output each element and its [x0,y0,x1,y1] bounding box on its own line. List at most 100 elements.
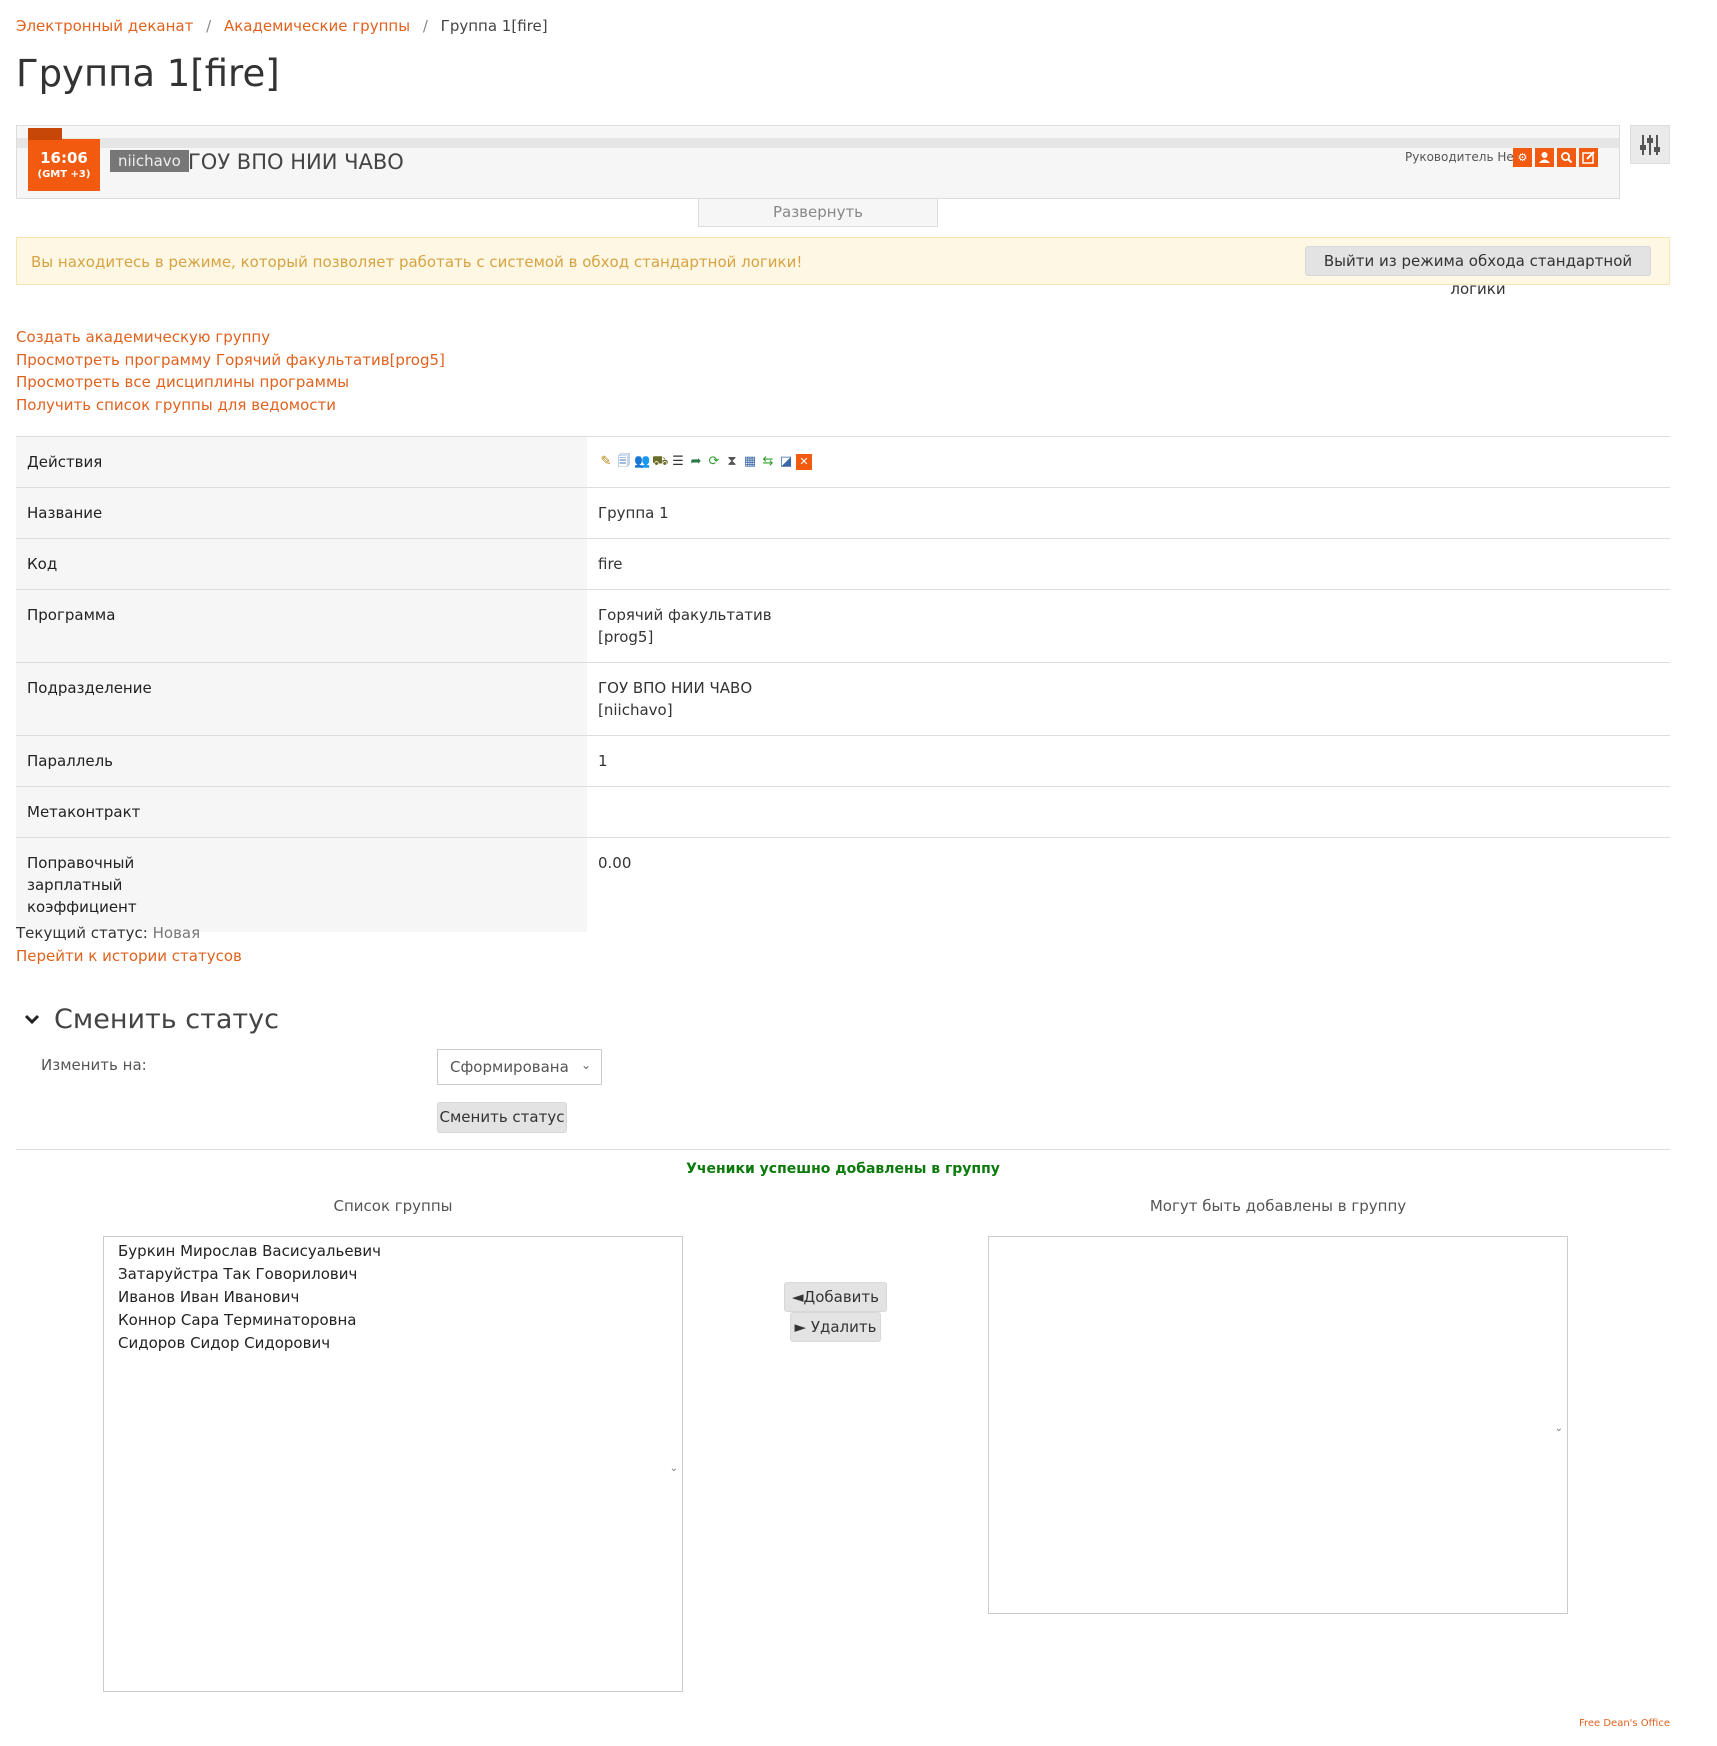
list-icon[interactable]: ☰ [670,454,686,470]
change-status-header[interactable]: Сменить статус [24,1004,279,1035]
chevron-down-icon: ⌄ [669,1463,678,1474]
row-value: 1 [587,735,1670,787]
table-row: Код fire [16,538,1670,590]
gear-icon[interactable]: ⚙ [1513,148,1532,167]
breadcrumb-current: Группа 1[fire] [440,17,548,35]
success-message: Ученики успешно добавлены в группу [686,1161,1000,1177]
edit-icon[interactable]: ✎ [598,454,614,470]
edit-icon[interactable] [1579,148,1598,167]
head-label: Руководитель Нет [1405,150,1521,164]
breadcrumb-separator: / [206,17,212,35]
status-value: Новая [152,924,201,942]
list-item[interactable]: Коннор Сара Терминаторовна [118,1309,668,1332]
breadcrumb-link-dean[interactable]: Электронный деканат [16,17,193,35]
breadcrumb-link-groups[interactable]: Академические группы [224,17,410,35]
table-row: Параллель 1 [16,735,1670,787]
department-header: 16:06 (GMT +3) niichavo ГОУ ВПО НИИ ЧАВО… [16,125,1620,199]
view-disciplines-link[interactable]: Просмотреть все дисциплины программы [16,371,445,394]
group-members-list[interactable]: Буркин Мирослав Васисуальевич Затаруйстр… [103,1236,683,1692]
list-item[interactable]: Затаруйстра Так Говорилович [118,1263,668,1286]
row-value: 0.00 [587,837,1670,932]
list-item[interactable]: Сидоров Сидор Сидорович [118,1332,668,1355]
program-name: Горячий факультатив [598,606,772,624]
table-row: Подразделение ГОУ ВПО НИИ ЧАВО [niichavo… [16,662,1670,736]
table-row: Поправочный зарплатный коэффициент 0.00 [16,837,1670,932]
remove-button[interactable]: ► Удалить [790,1312,881,1342]
get-group-list-link[interactable]: Получить список группы для ведомости [16,394,445,417]
footer-credit[interactable]: Free Dean's Office [1579,1718,1670,1729]
clock-timezone: (GMT +3) [37,169,91,180]
settings-button[interactable] [1630,125,1670,164]
expand-button[interactable]: Развернуть [698,199,938,227]
add-button[interactable]: ◄Добавить [784,1282,887,1312]
row-value: ГОУ ВПО НИИ ЧАВО [niichavo] [587,662,1670,736]
row-value: fire [587,538,1670,590]
candidates-title: Могут быть добавлены в группу [1149,1197,1407,1215]
row-value: Группа 1 [587,487,1670,539]
breadcrumb: Электронный деканат / Академические груп… [16,17,548,35]
row-key: Подразделение [16,662,587,736]
user-icon[interactable] [1535,148,1554,167]
report-icon[interactable]: ◪ [778,454,794,470]
group-info-table: Действия ✎ 🗐 👥 ⛟ ☰ ➦ ⟳ ⧗ ▦ ⇆ ◪ ✕ Названи… [16,436,1670,932]
row-key: Параллель [16,735,587,787]
sliders-icon [1640,134,1660,155]
list-item[interactable]: Буркин Мирослав Васисуальевич [118,1240,668,1263]
row-key: Название [16,487,587,539]
row-key-text: Поправочный зарплатный коэффициент [27,854,137,916]
change-status-button[interactable]: Сменить статус [437,1102,567,1133]
exit-bypass-button[interactable]: Выйти из режима обхода стандартной логик… [1305,246,1651,298]
history-icon[interactable]: ⧗ [724,454,740,470]
status-history-link[interactable]: Перейти к истории статусов [16,947,242,965]
group-list-title: Список группы [333,1197,453,1215]
alert-message: Вы находитесь в режиме, который позволяе… [31,253,803,271]
department-code: [niichavo] [598,701,673,719]
create-group-link[interactable]: Создать академическую группу [16,326,445,349]
candidates-list[interactable]: ⌄ [988,1236,1568,1614]
transfer-icon[interactable]: ➦ [688,454,704,470]
row-key: Метаконтракт [16,786,587,838]
row-key: Код [16,538,587,590]
table-row: Название Группа 1 [16,487,1670,539]
clock-time: 16:06 [40,149,88,167]
department-name: ГОУ ВПО НИИ ЧАВО [598,679,753,697]
chevron-down-icon [24,1009,40,1030]
action-icon-bar: ✎ 🗐 👥 ⛟ ☰ ➦ ⟳ ⧗ ▦ ⇆ ◪ ✕ [598,451,1659,473]
clock-tab [28,128,62,140]
students-icon[interactable]: 👥 [634,454,650,470]
status-select[interactable]: Сформирована ⌄ [437,1049,602,1085]
change-to-label: Изменить на: [41,1056,147,1074]
enroll-icon[interactable]: ⛟ [652,454,668,470]
view-program-link[interactable]: Просмотреть программу Горячий факультати… [16,349,445,372]
row-key: Действия [16,436,587,488]
section-title: Сменить статус [54,1004,279,1035]
action-links: Создать академическую группу Просмотреть… [16,326,445,416]
row-value: Горячий факультатив [prog5] [587,589,1670,663]
org-name[interactable]: ГОУ ВПО НИИ ЧАВО [188,150,404,174]
bypass-mode-alert: Вы находитесь в режиме, который позволяе… [16,237,1670,298]
breadcrumb-separator: / [422,17,428,35]
header-icon-bar: ⚙ [1513,148,1598,167]
delete-icon[interactable]: ✕ [796,454,812,470]
refresh-icon[interactable]: ⟳ [706,454,722,470]
status-block: Текущий статус: Новая Перейти к истории … [16,922,242,968]
program-code: [prog5] [598,628,654,646]
search-icon[interactable] [1557,148,1576,167]
sync-icon[interactable]: ⇆ [760,454,776,470]
status-label: Текущий статус: [16,924,148,942]
row-key: Поправочный зарплатный коэффициент [16,837,587,932]
clock-badge: 16:06 (GMT +3) [28,128,100,191]
divider [16,1149,1670,1150]
calendar-icon[interactable]: ▦ [742,454,758,470]
row-value: ✎ 🗐 👥 ⛟ ☰ ➦ ⟳ ⧗ ▦ ⇆ ◪ ✕ [587,436,1670,488]
view-icon[interactable]: 🗐 [616,454,632,470]
chevron-down-icon: ⌄ [580,1058,591,1072]
table-row: Программа Горячий факультатив [prog5] [16,589,1670,663]
current-status: Текущий статус: Новая [16,922,242,945]
chevron-down-icon: ⌄ [1554,1423,1563,1434]
status-select-value: Сформирована [450,1058,569,1076]
list-item[interactable]: Иванов Иван Иванович [118,1286,668,1309]
page-title: Группа 1[fire] [16,52,280,95]
org-code-badge[interactable]: niichavo [110,150,189,172]
row-value [587,786,1670,838]
